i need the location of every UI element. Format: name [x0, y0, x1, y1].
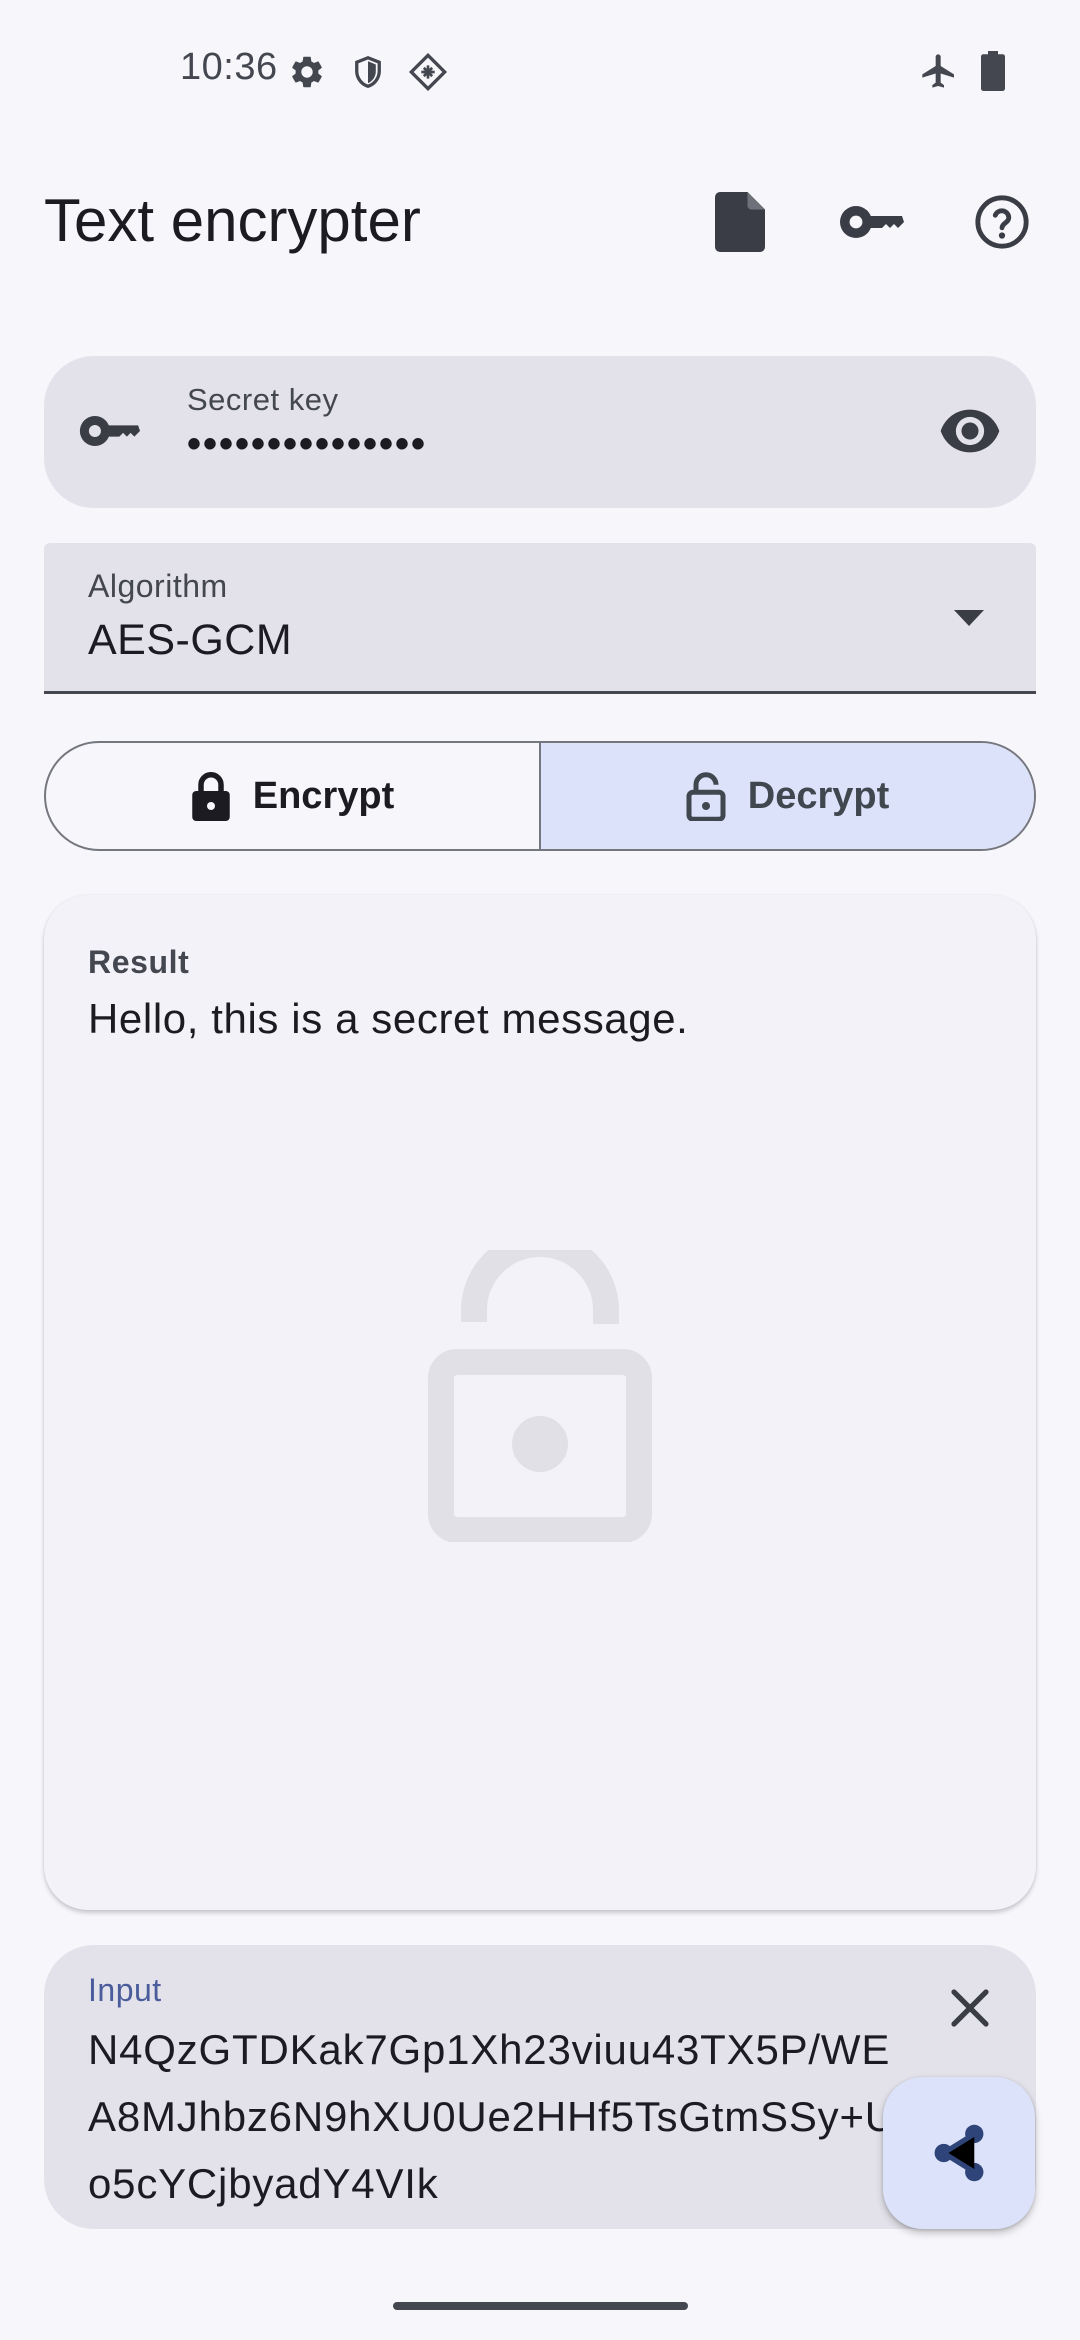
mode-segmented-control: Encrypt Decrypt	[44, 741, 1036, 851]
airplane-mode-icon	[918, 50, 960, 92]
key-icon	[838, 202, 904, 247]
help-button[interactable]	[954, 176, 1050, 272]
home-indicator[interactable]	[393, 2302, 688, 2310]
share-fab[interactable]	[883, 2077, 1035, 2229]
status-time: 10:36	[180, 46, 278, 88]
share-icon	[931, 2122, 987, 2184]
lock-open-watermark-icon	[428, 1231, 652, 1547]
input-text[interactable]: N4QzGTDKak7Gp1Xh23viuu43TX5P/WEA8MJhbz6N…	[88, 2016, 918, 2217]
input-label: Input	[88, 1972, 162, 2008]
secret-key-label: Secret key	[187, 382, 339, 417]
result-label: Result	[88, 944, 190, 980]
secret-key-input[interactable]: •••••••••••••••	[187, 422, 427, 467]
app-title: Text encrypter	[44, 187, 421, 254]
algorithm-label: Algorithm	[88, 568, 228, 604]
encrypt-segment[interactable]: Encrypt	[46, 743, 539, 849]
lock-icon	[191, 771, 231, 821]
vpn-diamond-icon	[408, 52, 448, 92]
close-icon	[950, 1988, 990, 2033]
lock-open-icon	[686, 771, 726, 821]
shield-icon	[348, 52, 388, 92]
file-button[interactable]	[692, 176, 788, 272]
help-icon	[973, 193, 1031, 256]
visibility-icon	[938, 409, 1002, 458]
key-icon	[78, 412, 140, 455]
decrypt-segment[interactable]: Decrypt	[539, 743, 1034, 849]
battery-icon	[978, 50, 1008, 92]
encrypt-label: Encrypt	[252, 774, 395, 817]
clear-input-button[interactable]	[922, 1962, 1018, 2058]
algorithm-value[interactable]: AES-GCM	[88, 616, 292, 665]
dropdown-arrow-icon[interactable]	[952, 608, 986, 633]
settings-icon	[287, 52, 327, 92]
result-text: Hello, this is a secret message.	[88, 995, 689, 1042]
toggle-visibility-button[interactable]	[922, 385, 1018, 481]
decrypt-label: Decrypt	[747, 774, 890, 817]
key-button[interactable]	[823, 176, 919, 272]
file-icon	[712, 191, 768, 257]
